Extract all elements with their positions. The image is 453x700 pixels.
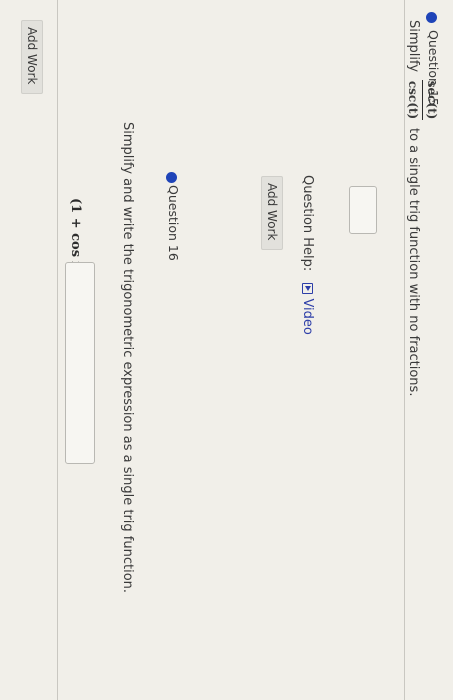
q15-help-row: Question Help: Video	[300, 175, 315, 335]
q16-answer-input[interactable]	[65, 262, 95, 464]
video-link-label: Video	[300, 298, 315, 335]
divider	[404, 0, 405, 700]
question-help-label: Question Help:	[300, 175, 315, 272]
video-link[interactable]: Video	[300, 283, 315, 335]
q15-fraction: sec(t) csc(t)	[406, 80, 439, 120]
q15-answer-input[interactable]	[349, 186, 377, 234]
question-16-status-dot	[166, 172, 177, 183]
fraction-bar	[422, 80, 423, 120]
q15-prompt-prefix: Simplify	[406, 20, 421, 73]
q16-add-work-button[interactable]: Add Work	[21, 20, 43, 94]
q15-add-work-button[interactable]: Add Work	[261, 176, 283, 250]
q16-prompt: Simplify and write the trigonometric exp…	[120, 122, 135, 594]
q15-fraction-numerator: sec(t)	[425, 80, 439, 120]
question-15-status-dot	[426, 12, 437, 23]
q15-fraction-denominator: csc(t)	[406, 80, 420, 120]
question-16-title: Question 16	[166, 185, 181, 261]
video-play-icon	[302, 283, 313, 295]
screen: Question 15 Simplify sec(t) csc(t) to a …	[0, 0, 453, 700]
divider	[57, 0, 58, 700]
q15-prompt-suffix: to a single trig function with no fracti…	[406, 128, 421, 397]
